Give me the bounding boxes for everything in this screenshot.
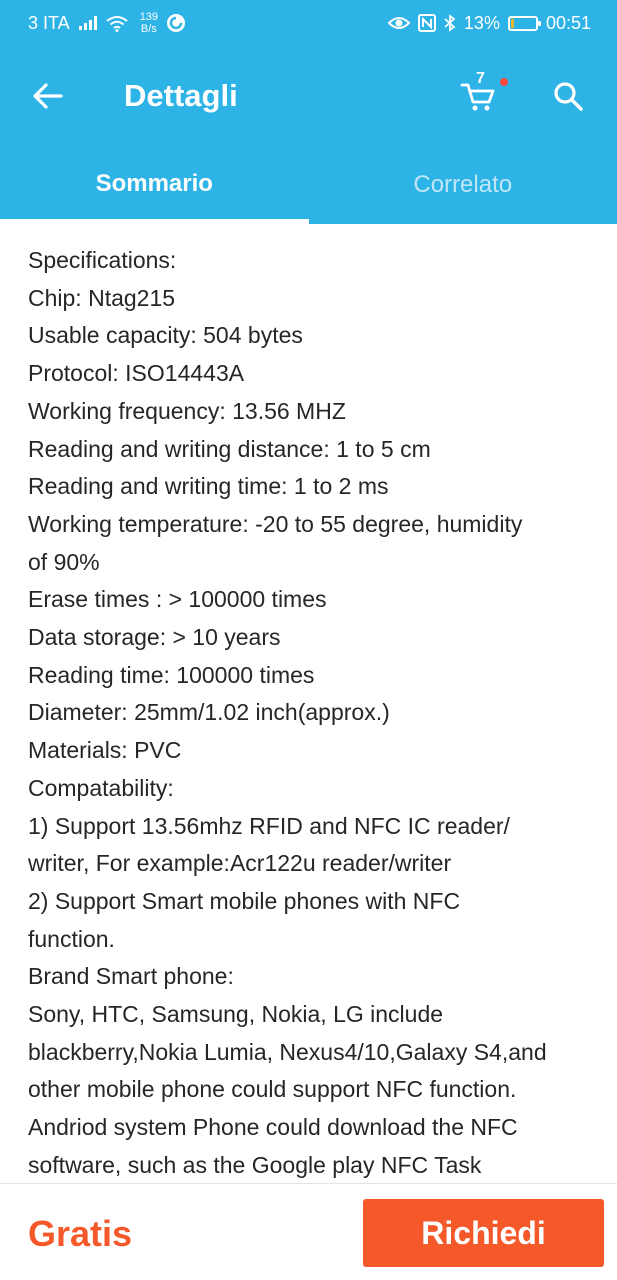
request-button[interactable]: Richiedi (363, 1199, 604, 1267)
cart-icon (460, 83, 495, 111)
description-line: Reading and writing time: 1 to 2 ms (28, 473, 389, 500)
battery-level (510, 18, 515, 28)
cart-notification-dot (500, 78, 508, 86)
description-line: 2) Support Smart mobile phones with NFC (28, 887, 461, 914)
battery-percent: 13% (463, 12, 500, 33)
status-left: 3 ITA 139 B/s (28, 11, 186, 35)
bottom-bar: Gratis Richiedi (0, 1183, 617, 1280)
description-line: other mobile phone could support NFC fun… (28, 1076, 517, 1103)
nfc-icon (417, 14, 436, 32)
eye-icon (387, 15, 410, 31)
signal-icon (78, 15, 98, 31)
net-speed-value: 139 (139, 11, 159, 23)
description-line: Compatability: (28, 774, 174, 801)
tab-bar: Sommario Correlato (0, 146, 617, 224)
description-line: Working temperature: -20 to 55 degree, h… (28, 510, 523, 537)
page-title: Dettagli (124, 78, 238, 113)
description-line: Specifications: (28, 247, 177, 273)
tab-sommario-label: Sommario (95, 170, 213, 197)
description-line: Erase times : > 100000 times (28, 586, 327, 613)
description-line: blackberry,Nokia Lumia, Nexus4/10,Galaxy… (28, 1038, 547, 1065)
status-bar: 3 ITA 139 B/s 13% 00:51 (0, 0, 617, 46)
description-line: Working frequency: 13.56 MHZ (28, 397, 346, 424)
battery-icon (507, 15, 541, 31)
description-line: Reading time: 100000 times (28, 661, 315, 688)
description-line: Sony, HTC, Samsung, Nokia, LG include (28, 1001, 444, 1028)
description-line: Usable capacity: 504 bytes (28, 322, 303, 349)
description-line: software, such as the Google play NFC Ta… (28, 1151, 482, 1178)
wifi-icon (106, 15, 128, 32)
description-line: Data storage: > 10 years (28, 624, 281, 651)
cart-button[interactable]: 7 (458, 70, 508, 120)
net-speed-unit: B/s (140, 23, 157, 35)
tab-correlato[interactable]: Correlato (309, 146, 617, 224)
back-button[interactable] (28, 76, 68, 116)
search-icon (554, 82, 583, 111)
description-line: Reading and writing distance: 1 to 5 cm (28, 435, 431, 462)
description-line: function. (28, 925, 115, 952)
search-button[interactable] (548, 76, 588, 116)
description-line: Andriod system Phone could download the … (28, 1114, 518, 1141)
clock: 00:51 (545, 12, 591, 33)
sync-icon (166, 13, 186, 33)
price-label: Gratis (28, 1213, 133, 1254)
arrow-left-icon (33, 83, 63, 109)
carrier-label: 3 ITA (28, 12, 70, 33)
description-line: Protocol: ISO14443A (28, 360, 245, 387)
description-line: Materials: PVC (28, 737, 182, 764)
bluetooth-icon (444, 14, 456, 32)
description-line: Brand Smart phone: (28, 963, 234, 990)
status-right: 13% 00:51 (387, 12, 591, 34)
description-line: of 90% (28, 548, 100, 575)
net-speed: 139 B/s (140, 11, 158, 35)
description-line: Chip: Ntag215 (28, 284, 176, 311)
tab-correlato-label: Correlato (413, 171, 513, 198)
description-line: Diameter: 25mm/1.02 inch(approx.) (28, 699, 390, 726)
description-line: 1) Support 13.56mhz RFID and NFC IC read… (28, 812, 510, 839)
description-line: writer, For example:Acr122u reader/write… (28, 850, 452, 877)
tab-sommario[interactable]: Sommario (0, 146, 309, 224)
product-description[interactable]: Specifications: Chip: Ntag215 Usable capac… (0, 224, 617, 1184)
app-bar: Dettagli 7 (0, 46, 617, 146)
